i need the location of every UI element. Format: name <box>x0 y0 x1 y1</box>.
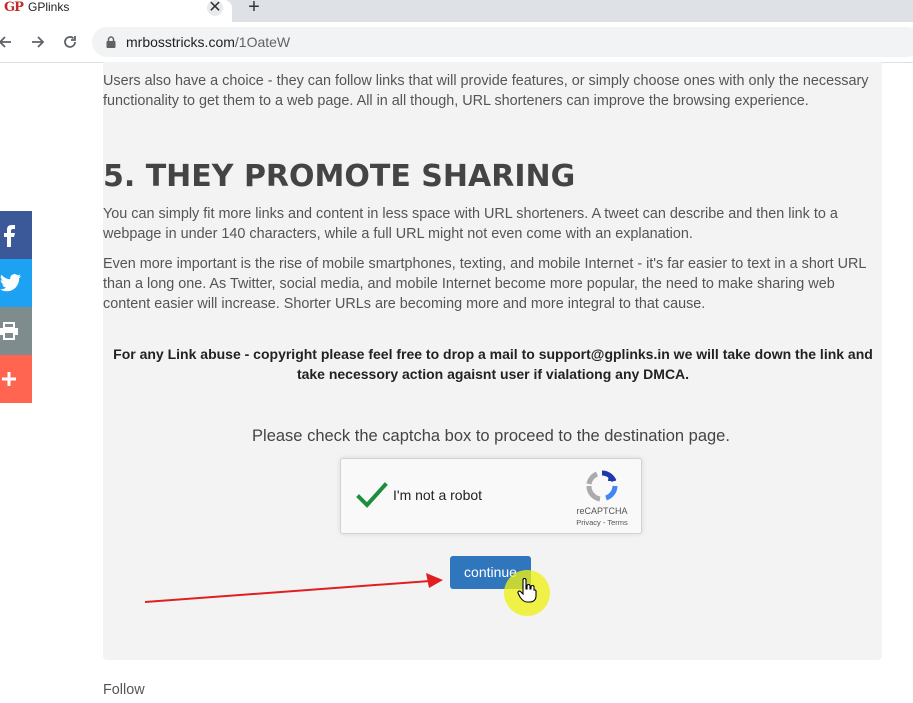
hand-cursor-icon <box>517 578 537 603</box>
back-icon[interactable] <box>0 31 16 53</box>
browser-toolbar: mrbosstricks.com/1OateW <box>0 22 913 63</box>
reload-icon[interactable] <box>59 31 81 53</box>
abuse-notice: For any Link abuse - copyright please fe… <box>113 346 873 382</box>
intro-paragraph: Users also have a choice - they can foll… <box>103 73 869 109</box>
url-path: /1OateW <box>234 34 291 50</box>
captcha-label: I'm not a robot <box>393 487 483 503</box>
tab-title: GPlinks <box>28 0 70 14</box>
share-print-button[interactable] <box>0 307 32 355</box>
annotation-arrow-icon <box>144 573 443 603</box>
follow-label: Follow <box>103 682 145 698</box>
url-domain: mrbosstricks.com <box>126 34 235 50</box>
captcha-prompt: Please check the captcha box to proceed … <box>252 427 730 445</box>
plus-icon <box>2 372 16 386</box>
browser-tab[interactable]: GP GPlinks ✕ <box>0 0 232 22</box>
share-facebook-button[interactable] <box>0 211 32 259</box>
recaptcha-privacy-terms-link[interactable]: Privacy - Terms <box>569 518 635 527</box>
print-icon <box>0 322 18 340</box>
recaptcha-logo-icon <box>586 470 618 502</box>
lock-icon <box>106 36 116 48</box>
captcha-checkmark-icon[interactable] <box>355 479 389 513</box>
browser-tab-strip: GP GPlinks ✕ + <box>0 0 913 22</box>
share-twitter-button[interactable] <box>0 259 32 307</box>
twitter-icon <box>0 274 22 292</box>
facebook-icon <box>4 225 15 247</box>
recaptcha-widget: I'm not a robot reCAPTCHA Privacy - Term… <box>340 458 642 534</box>
address-bar[interactable]: mrbosstricks.com/1OateW <box>92 27 913 57</box>
section-heading: 5. THEY PROMOTE SHARING <box>103 159 576 194</box>
url-text: mrbosstricks.com/1OateW <box>126 35 290 49</box>
tab-close-icon[interactable]: ✕ <box>207 0 223 16</box>
article-paragraph-2: Even more important is the rise of mobil… <box>103 256 866 312</box>
recaptcha-brand: reCAPTCHA <box>576 506 628 516</box>
share-more-button[interactable] <box>0 355 32 403</box>
gplinks-favicon-icon: GP <box>4 0 24 15</box>
new-tab-icon[interactable]: + <box>245 0 263 17</box>
forward-icon[interactable] <box>27 31 49 53</box>
article-paragraph-1: You can simply fit more links and conten… <box>103 206 838 242</box>
